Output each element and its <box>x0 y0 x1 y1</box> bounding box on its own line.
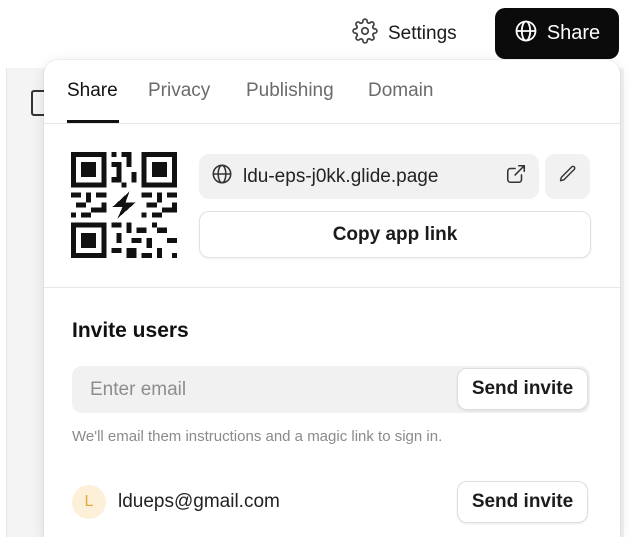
gear-icon <box>352 18 378 50</box>
tab-domain[interactable]: Domain <box>368 80 433 114</box>
tab-privacy[interactable]: Privacy <box>148 80 210 114</box>
invite-hint-text: We'll email them instructions and a magi… <box>72 428 443 445</box>
app-url-link[interactable]: ldu-eps-j0kk.glide.page <box>199 154 539 199</box>
copy-app-link-button[interactable]: Copy app link <box>199 211 591 258</box>
avatar: L <box>72 485 106 519</box>
globe-icon <box>211 163 233 190</box>
share-label: Share <box>546 22 601 44</box>
invite-users-heading: Invite users <box>72 319 189 342</box>
invite-email-box: Send invite <box>72 366 590 413</box>
share-popover: Share Privacy Publishing Domain ldu-eps-… <box>44 60 620 537</box>
settings-label: Settings <box>388 23 457 44</box>
send-invite-button[interactable]: Send invite <box>457 368 588 410</box>
invite-email-input[interactable] <box>90 366 450 413</box>
settings-button[interactable]: Settings <box>348 14 461 54</box>
tab-publishing[interactable]: Publishing <box>246 80 334 114</box>
section-divider <box>44 287 620 288</box>
share-button[interactable]: Share <box>495 8 619 59</box>
edit-url-button[interactable] <box>545 154 590 199</box>
globe-icon <box>514 19 538 49</box>
pencil-icon <box>558 164 578 189</box>
external-link-icon[interactable] <box>505 163 527 190</box>
qr-code <box>71 152 177 258</box>
active-tab-indicator <box>67 120 119 123</box>
app-url-text: ldu-eps-j0kk.glide.page <box>243 165 439 187</box>
list-item: L ldueps@gmail.com Send invite <box>72 480 590 526</box>
share-tabs: Share Privacy Publishing Domain <box>44 60 620 124</box>
resend-invite-button[interactable]: Send invite <box>457 481 588 523</box>
user-email: ldueps@gmail.com <box>118 491 280 512</box>
top-toolbar: Settings Share <box>0 0 630 66</box>
tab-share[interactable]: Share <box>67 80 118 114</box>
